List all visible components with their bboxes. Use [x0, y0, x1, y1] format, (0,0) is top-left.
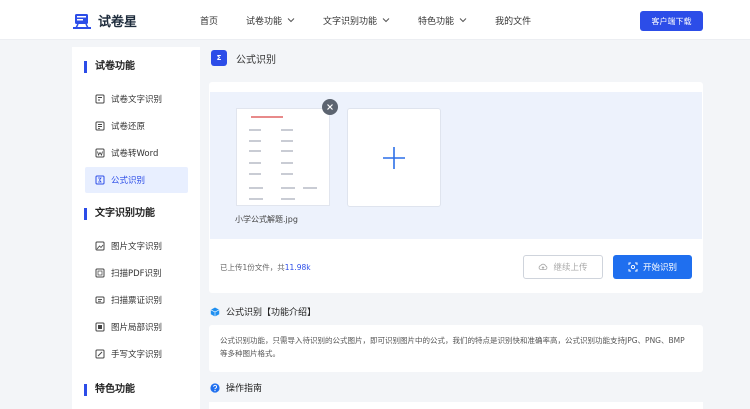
- thumb-line: [249, 187, 263, 189]
- upload-card: 小学公式解题.jpg 已上传1份文件，共11.98k 继续上传 开始识别: [209, 82, 703, 293]
- sidebar-item-label: 试卷转Word: [111, 149, 159, 159]
- sidebar-group-title: 试卷功能: [84, 61, 135, 73]
- nav-item-home[interactable]: 首页: [200, 14, 218, 27]
- close-icon: [327, 104, 333, 110]
- sidebar-item-paper-text-ocr[interactable]: 试卷文字识别: [85, 86, 188, 112]
- remove-file-button[interactable]: [322, 99, 338, 115]
- plus-icon: [383, 146, 405, 169]
- sidebar-item-handwriting[interactable]: 手写文字识别: [85, 341, 188, 367]
- sidebar-item-label: 扫描PDF识别: [111, 269, 162, 279]
- scan-pdf-icon: [95, 268, 105, 278]
- nav-item-paper-features[interactable]: 试卷功能: [246, 14, 295, 27]
- sidebar-item-label: 图片文字识别: [111, 242, 163, 252]
- client-download-button[interactable]: 客户端下载: [640, 11, 703, 31]
- sidebar-item-image-text-ocr[interactable]: 图片文字识别: [85, 233, 188, 259]
- guide-heading-text: 操作指南: [226, 384, 263, 394]
- uploaded-file-name: 小学公式解题.jpg: [235, 215, 298, 224]
- intro-heading: 公式识别【功能介绍】: [210, 305, 316, 318]
- sidebar-item-paper-restore[interactable]: 试卷还原: [85, 113, 188, 139]
- image-text-icon: [95, 241, 105, 251]
- sidebar-item-label: 试卷文字识别: [111, 95, 163, 105]
- continue-upload-label: 继续上传: [553, 263, 588, 273]
- sidebar-item-scan-ticket[interactable]: 扫描票证识别: [85, 287, 188, 313]
- cube-icon: [210, 307, 220, 316]
- formula-icon: [95, 175, 105, 185]
- intro-content: 公式识别功能，只需导入待识别的公式图片，即可识别图片中的公式，我们的特点是识别快…: [209, 325, 703, 372]
- chevron-down-icon: [287, 18, 295, 23]
- sidebar-item-label: 扫描票证识别: [111, 296, 163, 306]
- chevron-down-icon: [459, 18, 467, 23]
- upload-status-size: 11.98k: [284, 263, 311, 272]
- cloud-upload-icon: [539, 263, 548, 270]
- thumb-line: [249, 173, 261, 175]
- brand-logo[interactable]: 试卷星: [72, 11, 137, 30]
- nav-item-my-files[interactable]: 我的文件: [495, 14, 531, 27]
- nav-item-ocr-features[interactable]: 文字识别功能: [323, 14, 390, 27]
- ticket-icon: [95, 296, 105, 304]
- top-navigation-bar: 试卷星 首页 试卷功能 文字识别功能 特色功能 我的文件 客户端下载: [0, 0, 750, 40]
- page-title: 公式识别: [236, 54, 276, 66]
- chevron-down-icon: [382, 18, 390, 23]
- intro-text: 公式识别功能，只需导入待识别的公式图片，即可识别图片中的公式，我们的特点是识别快…: [220, 336, 685, 358]
- nav-item-label: 我的文件: [495, 16, 532, 27]
- sidebar-item-paper-to-word[interactable]: 试卷转Word: [85, 140, 188, 166]
- guide-content: [209, 402, 703, 409]
- sidebar-item-image-partial[interactable]: 图片局部识别: [85, 314, 188, 340]
- nav-item-special-features[interactable]: 特色功能: [418, 14, 467, 27]
- sidebar: 试卷功能 试卷文字识别 试卷还原 试卷转Word 公式识别 文字识别功能 图片文…: [72, 47, 200, 409]
- nav-item-label: 首页: [200, 16, 219, 27]
- doc-text-icon: [95, 94, 105, 104]
- sidebar-group-title: 文字识别功能: [84, 208, 155, 220]
- thumb-line: [249, 198, 263, 200]
- page-header: Σ 公式识别: [211, 50, 276, 66]
- thumb-line: [281, 187, 295, 189]
- upload-drop-zone[interactable]: 小学公式解题.jpg: [210, 92, 702, 239]
- doc-word-icon: [95, 148, 105, 158]
- thumb-line: [281, 162, 293, 164]
- continue-upload-button[interactable]: 继续上传: [523, 255, 603, 279]
- sidebar-item-label: 图片局部识别: [111, 323, 163, 333]
- sidebar-item-label: 试卷还原: [111, 122, 146, 132]
- thumb-line: [303, 187, 317, 189]
- thumb-line: [249, 140, 261, 142]
- help-icon: [210, 382, 220, 393]
- sidebar-item-formula-ocr[interactable]: 公式识别: [85, 167, 188, 193]
- add-file-button[interactable]: [347, 108, 441, 207]
- uploaded-file-thumbnail[interactable]: [236, 108, 330, 206]
- sidebar-item-label: 公式识别: [111, 176, 146, 186]
- nav-item-label: 特色功能: [418, 16, 455, 27]
- thumb-line: [281, 129, 293, 131]
- guide-heading: 操作指南: [210, 381, 262, 394]
- start-recognition-button[interactable]: 开始识别: [613, 255, 692, 279]
- brand-name: 试卷星: [98, 15, 138, 30]
- handwrite-icon: [95, 349, 105, 359]
- crop-icon: [95, 322, 105, 332]
- upload-status-text: 已上传1份文件，共: [220, 263, 285, 272]
- doc-restore-icon: [95, 121, 105, 131]
- main-nav: 首页 试卷功能 文字识别功能 特色功能 我的文件: [200, 0, 559, 40]
- thumb-line: [281, 198, 295, 200]
- brand-logo-icon: [73, 13, 91, 29]
- nav-item-label: 文字识别功能: [323, 16, 378, 27]
- sidebar-item-scan-pdf[interactable]: 扫描PDF识别: [85, 260, 188, 286]
- nav-item-label: 试卷功能: [246, 16, 283, 27]
- thumb-line: [249, 129, 261, 131]
- thumb-line: [281, 150, 293, 152]
- sidebar-item-label: 手写文字识别: [111, 350, 163, 360]
- sidebar-group-title: 特色功能: [84, 384, 135, 396]
- thumb-line: [249, 150, 261, 152]
- start-recognition-label: 开始识别: [642, 262, 677, 272]
- intro-heading-text: 公式识别【功能介绍】: [226, 308, 317, 318]
- scan-icon: [628, 262, 638, 272]
- thumb-line: [249, 162, 261, 164]
- thumb-line: [281, 140, 293, 142]
- formula-icon: Σ: [211, 50, 227, 66]
- thumb-line: [251, 116, 283, 118]
- upload-status: 已上传1份文件，共11.98k: [220, 262, 311, 273]
- thumb-line: [281, 173, 293, 175]
